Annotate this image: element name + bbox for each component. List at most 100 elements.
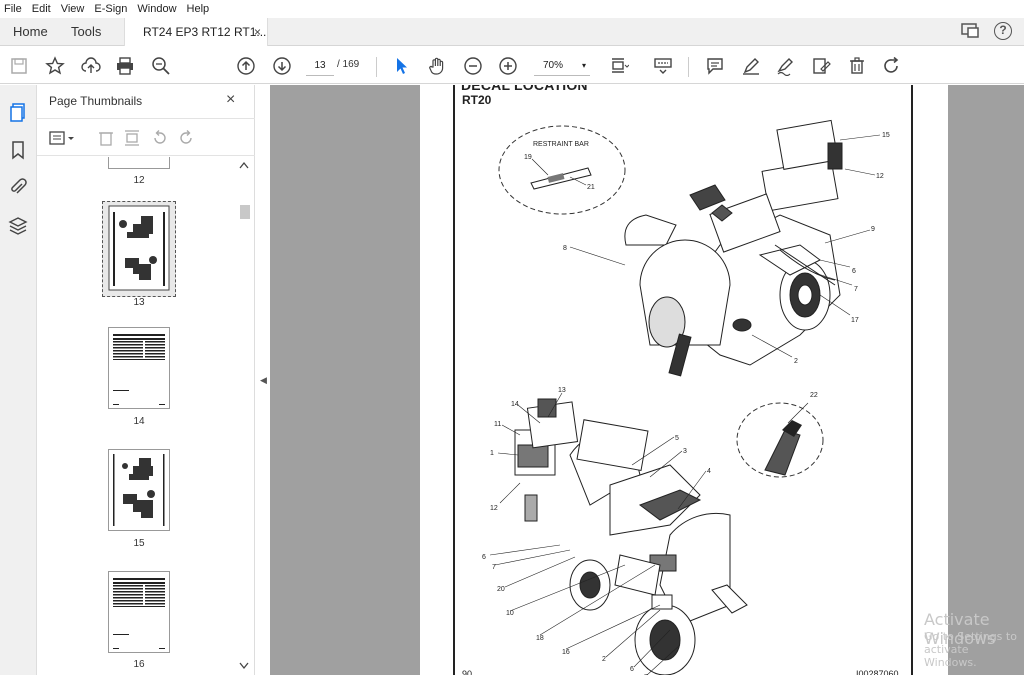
thumbnail-page[interactable] bbox=[108, 157, 170, 169]
save-icon[interactable] bbox=[8, 55, 30, 77]
comment-icon[interactable] bbox=[704, 55, 726, 77]
bookmarks-icon[interactable] bbox=[8, 140, 28, 160]
document-page: DECAL LOCATION RT20 RESTRAINT BAR 19 21 bbox=[420, 85, 948, 675]
document-viewer[interactable]: DECAL LOCATION RT20 RESTRAINT BAR 19 21 bbox=[270, 85, 1024, 675]
menu-file[interactable]: File bbox=[4, 3, 22, 15]
attachments-icon[interactable] bbox=[8, 177, 28, 197]
menu-window[interactable]: Window bbox=[137, 3, 176, 15]
page-thumbnails-icon[interactable] bbox=[8, 102, 28, 122]
callout-label: 7 bbox=[492, 564, 496, 571]
rotate-left-icon[interactable] bbox=[151, 129, 169, 147]
thumbnail-preview bbox=[113, 454, 165, 526]
callout-label: 15 bbox=[882, 132, 890, 139]
zoom-level-value: 70% bbox=[543, 60, 564, 71]
insert-page-icon[interactable] bbox=[123, 129, 141, 147]
thumbnail-page-selected[interactable] bbox=[102, 201, 176, 297]
callout-label: 5 bbox=[675, 435, 679, 442]
toolbar-divider bbox=[376, 57, 377, 77]
thumbnail-page-label: 14 bbox=[133, 416, 145, 427]
menu-help[interactable]: Help bbox=[187, 3, 210, 15]
thumbnail-page-label: 13 bbox=[133, 297, 145, 308]
menu-edit[interactable]: Edit bbox=[32, 3, 51, 15]
print-icon[interactable] bbox=[114, 55, 136, 77]
zoom-search-icon[interactable] bbox=[150, 55, 172, 77]
thumbnails-list: 12 13 14 15 16 bbox=[37, 157, 255, 675]
callout-label: 1 bbox=[490, 450, 494, 457]
bookmark-star-icon[interactable] bbox=[44, 55, 66, 77]
collapse-arrow-icon: ◀ bbox=[260, 375, 267, 385]
callout-label: 8 bbox=[563, 245, 567, 252]
callout-label: 12 bbox=[490, 505, 498, 512]
thumbnail-page-label: 15 bbox=[133, 538, 145, 549]
thumbnail-preview bbox=[113, 578, 165, 649]
activate-windows-hint: Go to Settings to activate Windows. bbox=[924, 630, 1017, 669]
thumbnail-page[interactable] bbox=[108, 327, 170, 409]
menu-bar: File Edit View E-Sign Window Help bbox=[0, 0, 1024, 18]
callout-label: 2 bbox=[794, 358, 798, 365]
scroll-mode-icon[interactable] bbox=[652, 55, 674, 77]
thumbnail-preview bbox=[108, 205, 170, 291]
panel-collapse-handle[interactable]: ◀ bbox=[256, 85, 270, 675]
tab-document-label: RT24 EP3 RT12 RT1... bbox=[143, 25, 267, 39]
restraint-bar-callout: RESTRAINT BAR 19 21 bbox=[498, 125, 626, 215]
draw-sign-icon[interactable] bbox=[775, 55, 797, 77]
hand-tool-icon[interactable] bbox=[426, 55, 448, 77]
main-toolbar: 13 / 169 70% ▾ bbox=[0, 47, 1024, 84]
close-panel-icon[interactable]: × bbox=[226, 91, 235, 109]
delete-trash-icon[interactable] bbox=[846, 55, 868, 77]
upload-cloud-icon[interactable] bbox=[80, 55, 102, 77]
detail-callout-22: 22 bbox=[736, 392, 824, 478]
menu-view[interactable]: View bbox=[61, 3, 85, 15]
redo-icon[interactable] bbox=[881, 55, 903, 77]
page-number-input[interactable]: 13 bbox=[306, 56, 334, 76]
delete-page-icon[interactable] bbox=[97, 129, 115, 147]
scroll-down-icon[interactable] bbox=[239, 662, 249, 670]
page-total: / 169 bbox=[337, 59, 360, 70]
help-icon[interactable]: ? bbox=[994, 22, 1012, 40]
callout-label: 13 bbox=[558, 387, 566, 394]
callout-label: 7 bbox=[854, 286, 858, 293]
previous-page-icon[interactable] bbox=[235, 55, 257, 77]
rotate-right-icon[interactable] bbox=[177, 129, 195, 147]
share-screen-icon[interactable] bbox=[960, 22, 980, 43]
tab-tools[interactable]: Tools bbox=[71, 18, 101, 46]
callout-label: 9 bbox=[871, 226, 875, 233]
thumbnail-preview bbox=[113, 334, 165, 405]
thumbnail-page[interactable] bbox=[108, 571, 170, 653]
select-cursor-icon[interactable] bbox=[391, 55, 413, 77]
callout-label: 3 bbox=[683, 448, 687, 455]
thumbnails-scrollbar[interactable] bbox=[237, 157, 251, 675]
callout-label: 17 bbox=[851, 317, 859, 324]
callout-label: 6 bbox=[482, 554, 486, 561]
zoom-level-select[interactable]: 70% ▾ bbox=[534, 56, 590, 76]
thumbnail-page-label: 12 bbox=[133, 175, 145, 186]
scrollbar-thumb[interactable] bbox=[240, 205, 250, 219]
callout-label: 11 bbox=[494, 421, 501, 428]
callout-label: 16 bbox=[562, 649, 570, 656]
scroll-up-icon[interactable] bbox=[239, 161, 249, 169]
page-fit-icon[interactable] bbox=[608, 55, 630, 77]
next-page-icon[interactable] bbox=[271, 55, 293, 77]
callout-label: 6 bbox=[852, 268, 856, 275]
close-tab-icon[interactable]: × bbox=[254, 18, 261, 46]
callout-label: 22 bbox=[810, 392, 818, 399]
layers-icon[interactable] bbox=[8, 216, 28, 236]
zoom-in-icon[interactable] bbox=[497, 55, 519, 77]
tab-home[interactable]: Home bbox=[13, 18, 48, 46]
tab-document[interactable]: RT24 EP3 RT12 RT1... × bbox=[124, 18, 268, 46]
callout-label: 19 bbox=[524, 154, 532, 161]
menu-esign[interactable]: E-Sign bbox=[94, 3, 127, 15]
thumbnail-options-icon[interactable] bbox=[49, 129, 75, 147]
callout-label: 20 bbox=[497, 586, 505, 593]
zoom-out-icon[interactable] bbox=[462, 55, 484, 77]
thumbnail-page[interactable] bbox=[108, 449, 170, 531]
thumbnails-toolbar bbox=[37, 118, 255, 156]
callout-label: 6 bbox=[630, 666, 634, 673]
navigation-rail bbox=[0, 85, 37, 675]
thumbnails-panel-title: Page Thumbnails bbox=[49, 94, 143, 108]
callout-label: 2 bbox=[602, 656, 606, 663]
chevron-down-icon: ▾ bbox=[581, 61, 586, 70]
decal-location-diagram: RESTRAINT BAR 19 21 15 12 9 6 7 17 2 8 1… bbox=[482, 119, 890, 675]
stamp-edit-icon[interactable] bbox=[810, 55, 832, 77]
highlight-pen-icon[interactable] bbox=[740, 55, 762, 77]
